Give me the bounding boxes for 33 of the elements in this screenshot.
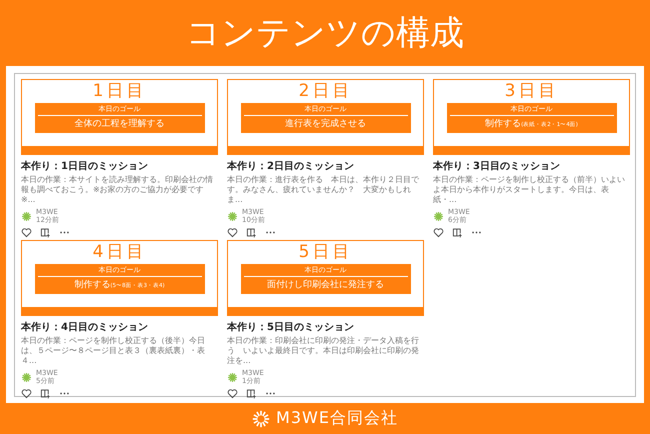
heart-icon[interactable] xyxy=(21,227,32,238)
heart-icon[interactable] xyxy=(227,388,238,399)
card-excerpt: 本日の作業：本サイトを読み理解する。印刷会社の情報も調べておこう。※お家の方のご協力が必要です※... xyxy=(21,175,214,205)
book-icon[interactable] xyxy=(246,388,257,399)
card-title[interactable]: 本作り：5日目のミッション xyxy=(227,320,424,334)
day-heading: 1日目 xyxy=(92,81,146,101)
day-heading: 3日目 xyxy=(504,81,558,101)
book-icon[interactable] xyxy=(246,227,257,238)
book-icon[interactable] xyxy=(452,227,463,238)
goal-text: 全体の工程を理解する xyxy=(74,118,164,130)
card-excerpt: 本日の作業：印刷会社に印刷の発注・データ入稿を行う いよいよ最終日です。本日は印刷会社に印刷の発注を... xyxy=(227,336,420,366)
goal-text: 制作する xyxy=(74,279,110,291)
slide-title: コンテンツの構成 xyxy=(186,12,464,55)
card-excerpt: 本日の作業：ページを制作し校正する（後半）今日は、５ページ〜８ページ目と表３（裏表紙裏）・表４... xyxy=(21,336,206,366)
card-title[interactable]: 本作り：2日目のミッション xyxy=(227,159,424,173)
goal-text: 進行表を完成させる xyxy=(285,118,366,130)
day-heading: 4日目 xyxy=(92,242,146,262)
card-title[interactable]: 本作り：1日目のミッション xyxy=(21,159,218,173)
goal-text: 制作する xyxy=(485,118,522,130)
company-name: M3WE合同会社 xyxy=(276,408,398,429)
book-icon[interactable] xyxy=(40,388,51,399)
sunburst-icon xyxy=(252,410,270,428)
card-excerpt: 本日の作業：進行表を作る 本日は、本作り２日目です。みなさん、疲れていませんか？ 大変かもしれま... xyxy=(227,175,420,205)
book-icon[interactable] xyxy=(40,227,51,238)
card-excerpt: 本日の作業：ページを制作し校正する（前半）いよいよ本日から本作りがスタートします。今日は、表紙・... xyxy=(433,175,626,205)
heart-icon[interactable] xyxy=(433,227,444,238)
heart-icon[interactable] xyxy=(21,388,32,399)
day-heading: 5日目 xyxy=(298,242,352,262)
heart-icon[interactable] xyxy=(227,227,238,238)
card-title[interactable]: 本作り：3日目のミッション xyxy=(433,159,630,173)
goal-text: 面付けし印刷会社に発注する xyxy=(267,279,384,291)
card-title[interactable]: 本作り：4日目のミッション xyxy=(21,320,218,334)
day-heading: 2日目 xyxy=(298,81,352,101)
